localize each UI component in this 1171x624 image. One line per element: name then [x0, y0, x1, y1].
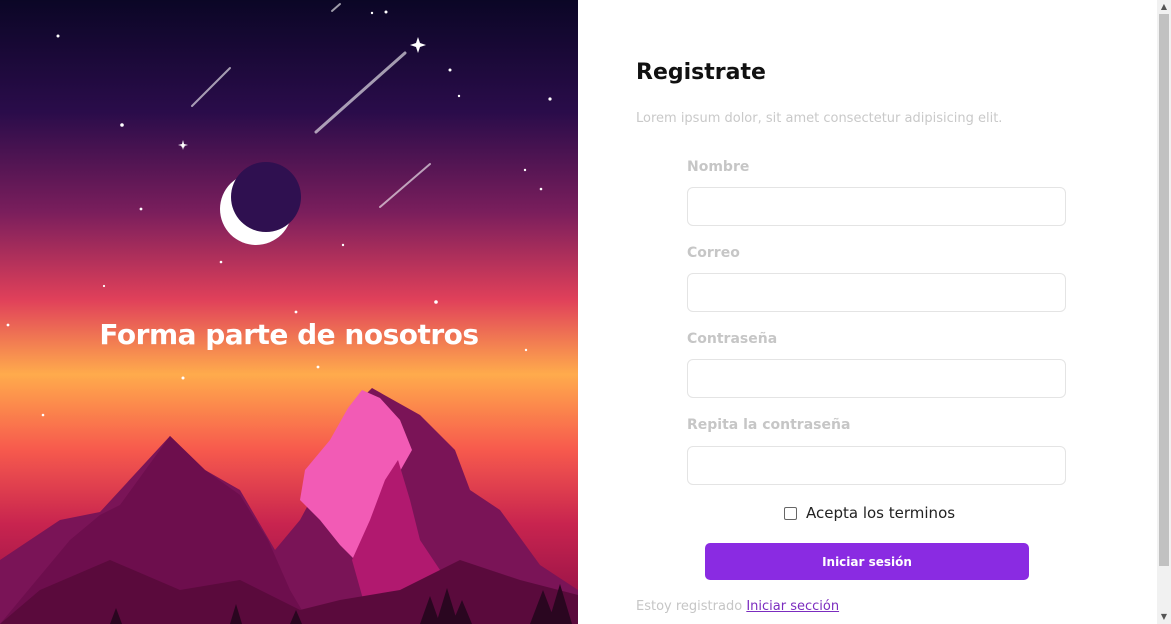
- footer-login: Estoy registrado Iniciar sección: [636, 599, 839, 614]
- terms-row[interactable]: Acepta los terminos: [784, 504, 955, 522]
- name-label: Nombre: [687, 159, 750, 175]
- hero-title: Forma parte de nosotros: [99, 318, 479, 351]
- email-label: Correo: [687, 245, 740, 261]
- email-field[interactable]: [687, 273, 1066, 312]
- form-subtitle: Lorem ipsum dolor, sit amet consectetur …: [636, 111, 1003, 126]
- shooting-stars: [191, 3, 431, 208]
- page-scrollbar[interactable]: ▲ ▼: [1157, 0, 1171, 624]
- hero-panel: Forma parte de nosotros: [0, 0, 578, 624]
- confirm-password-label: Repita la contraseña: [687, 417, 851, 433]
- name-field[interactable]: [687, 187, 1066, 226]
- register-panel: Registrate Lorem ipsum dolor, sit amet c…: [578, 0, 1157, 624]
- login-link[interactable]: Iniciar sección: [746, 599, 839, 614]
- terms-label: Acepta los terminos: [806, 504, 956, 522]
- scrollbar-thumb[interactable]: [1159, 14, 1169, 566]
- footer-text: Estoy registrado: [636, 599, 743, 614]
- password-label: Contraseña: [687, 331, 778, 347]
- form-title: Registrate: [636, 60, 766, 85]
- chevron-down-icon[interactable]: ▼: [1157, 610, 1171, 624]
- password-field[interactable]: [687, 359, 1066, 398]
- chevron-up-icon[interactable]: ▲: [1157, 0, 1171, 14]
- moon-icon: [220, 162, 301, 245]
- submit-button[interactable]: Iniciar sesión: [705, 543, 1029, 580]
- sparkle-stars: [178, 37, 426, 150]
- terms-checkbox[interactable]: [784, 506, 797, 520]
- confirm-password-field[interactable]: [687, 446, 1066, 485]
- hero-illustration: [0, 3, 578, 624]
